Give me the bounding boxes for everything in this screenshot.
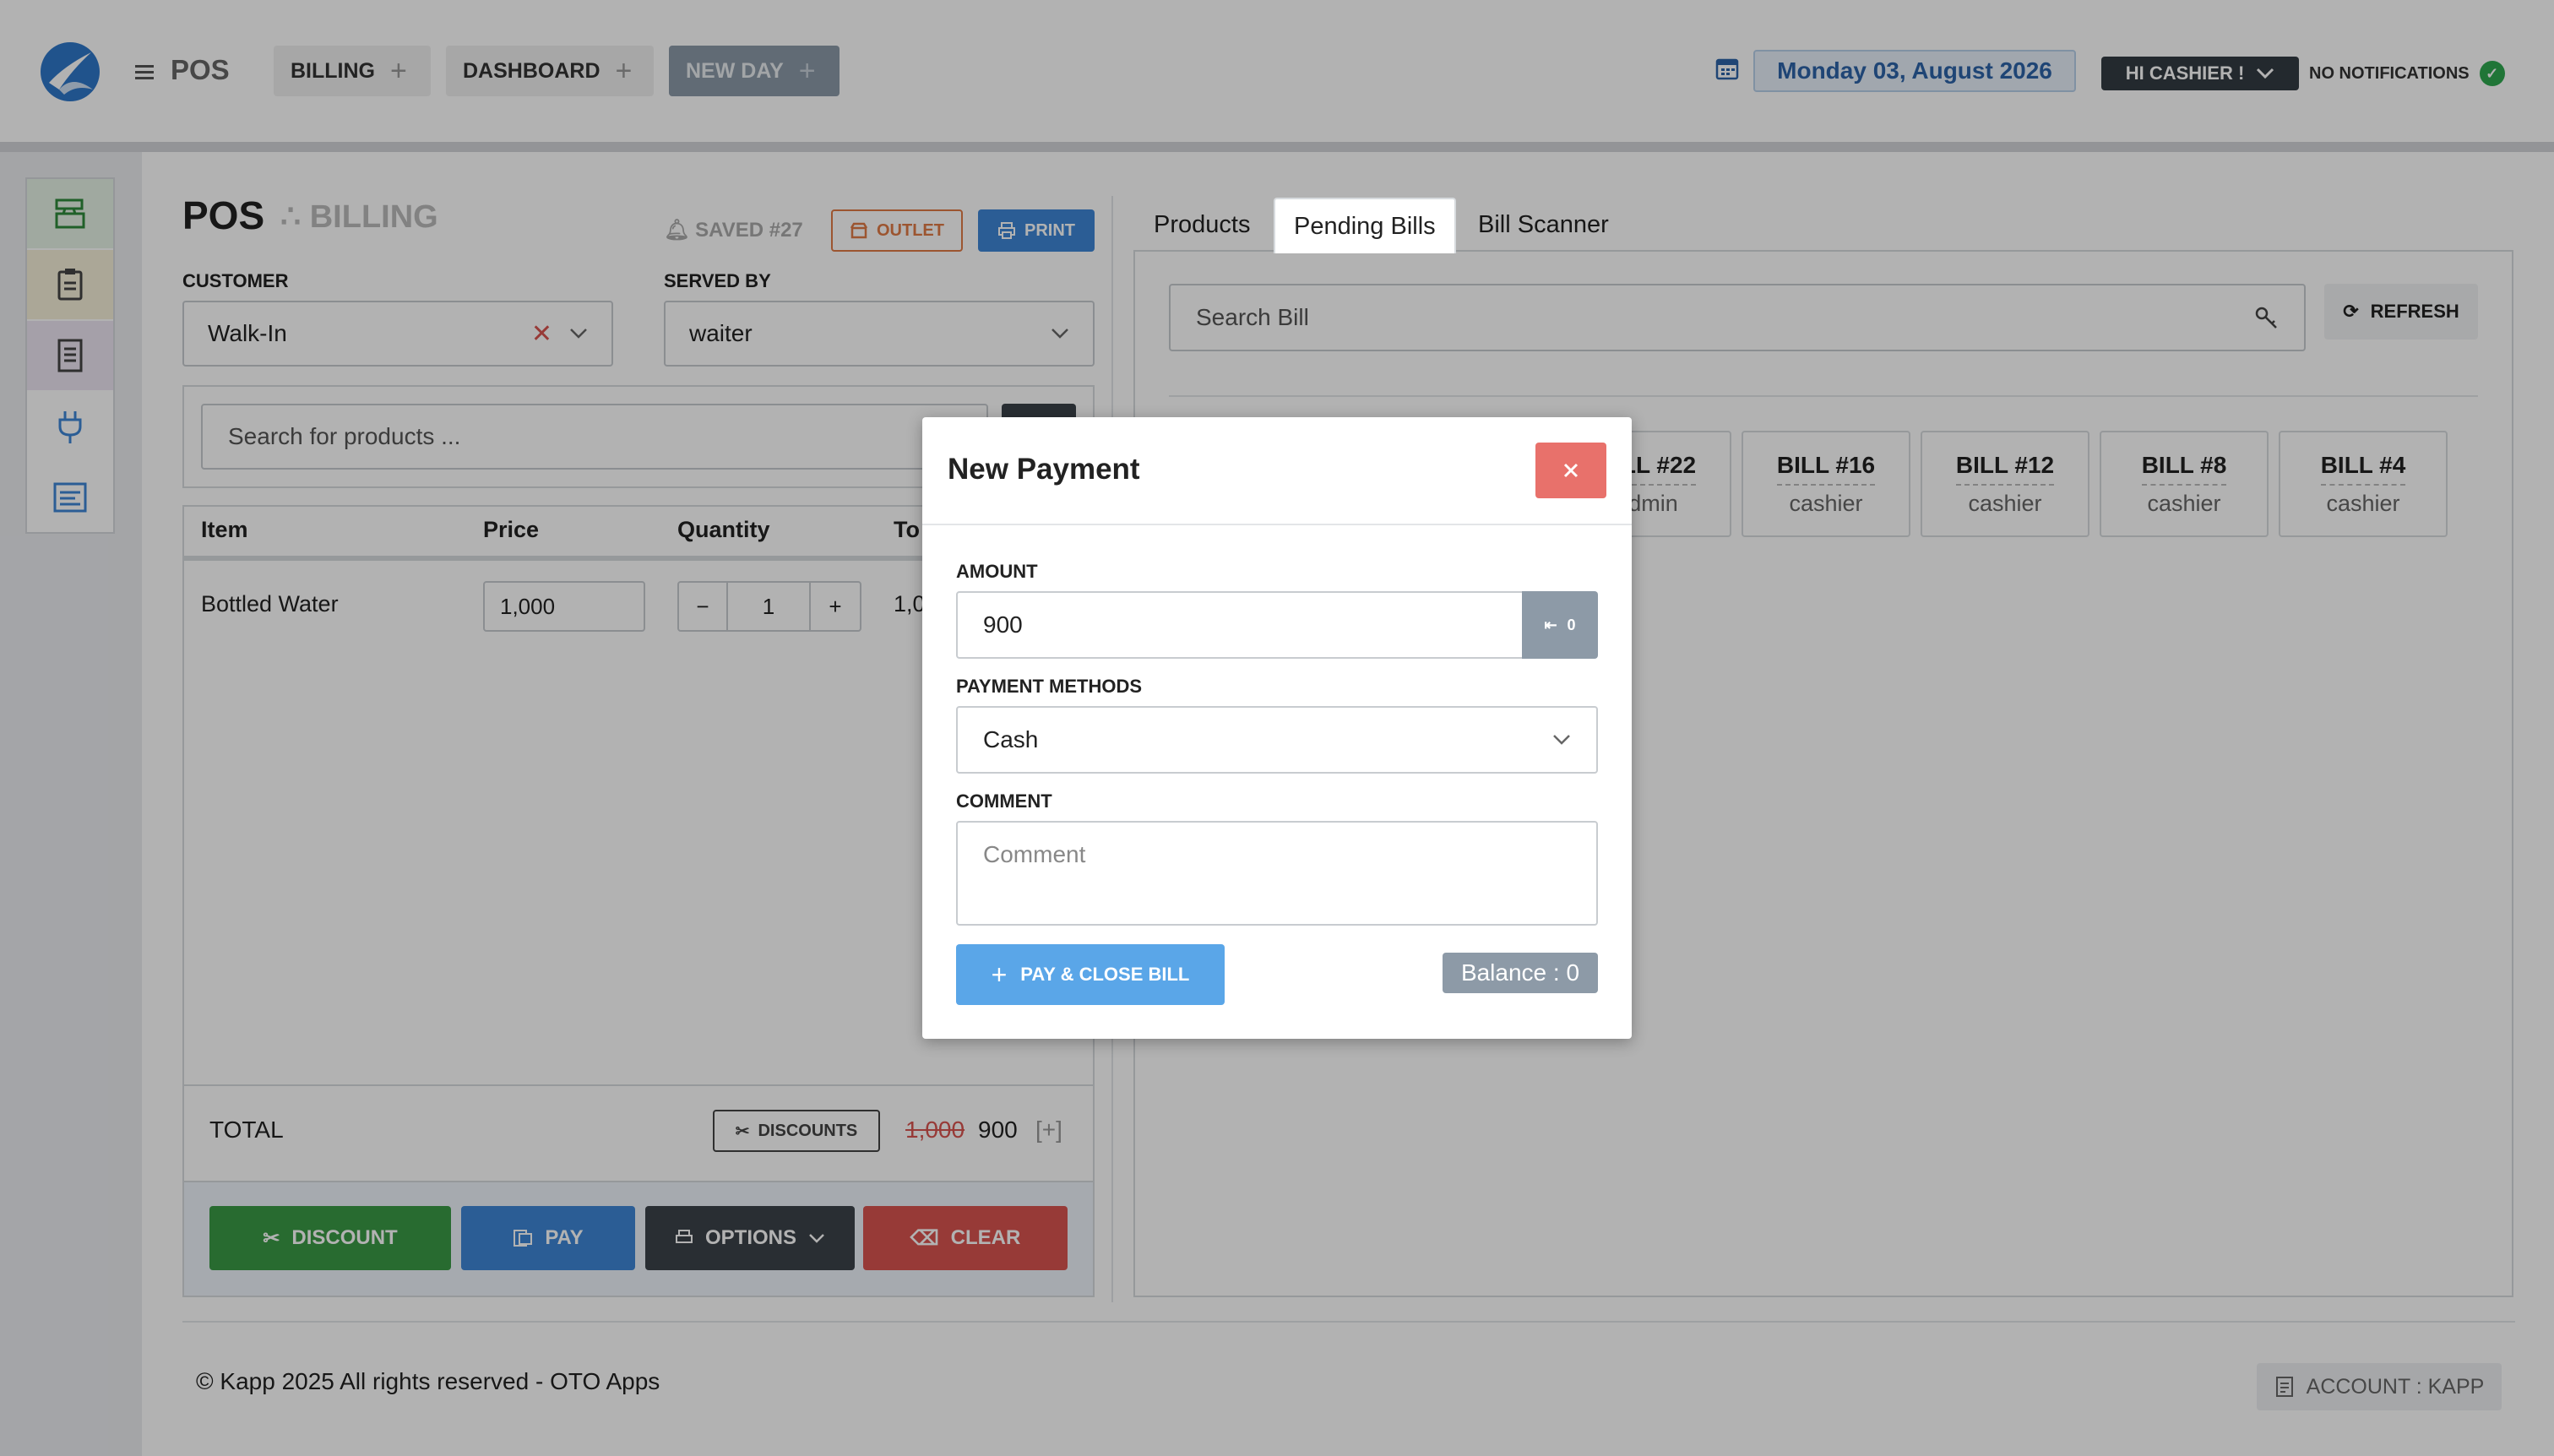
modal-header-divider (922, 524, 1632, 525)
comment-textarea[interactable]: Comment (956, 821, 1598, 926)
payment-methods-label: PAYMENT METHODS (956, 676, 1143, 697)
amount-label: AMOUNT (956, 561, 1038, 582)
arrow-left-bar-icon: ⇤ (1544, 616, 1557, 633)
tab-pending-bills[interactable]: Pending Bills (1274, 198, 1456, 253)
chevron-down-icon (1552, 734, 1571, 746)
payment-method-value: Cash (983, 726, 1039, 752)
balance-badge: Balance : 0 (1443, 953, 1598, 993)
plus-icon: + (991, 959, 1008, 990)
comment-label: COMMENT (956, 790, 1052, 812)
modal-close-button[interactable] (1535, 443, 1606, 498)
payment-method-select[interactable]: Cash (956, 706, 1598, 774)
pay-close-bill-button[interactable]: + PAY & CLOSE BILL (956, 944, 1225, 1005)
close-icon (1561, 460, 1581, 481)
fill-amount-button[interactable]: ⇤ 0 (1522, 591, 1598, 659)
modal-title: New Payment (948, 453, 1140, 486)
amount-input[interactable]: 900 (956, 591, 1524, 659)
fill-amount-value: 0 (1567, 616, 1576, 633)
pay-close-label: PAY & CLOSE BILL (1020, 964, 1190, 985)
